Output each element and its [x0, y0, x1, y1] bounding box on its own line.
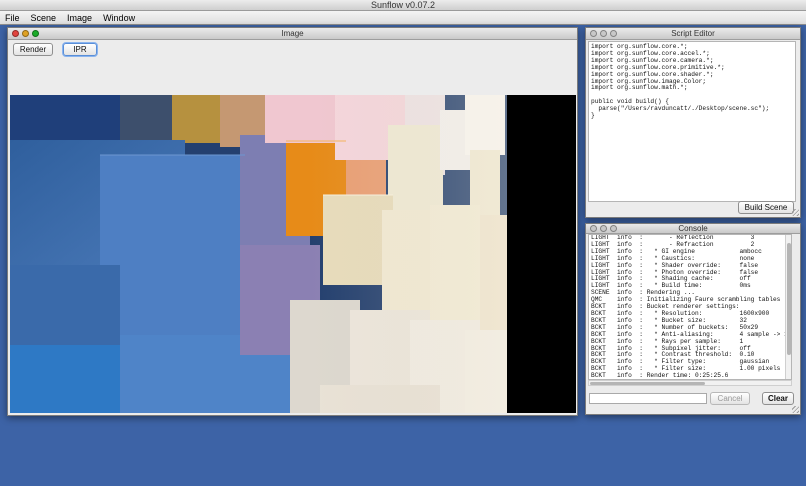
scrollbar-thumb[interactable]: [787, 243, 791, 355]
scrollbar-thumb[interactable]: [590, 382, 705, 385]
progress-field: [589, 393, 707, 404]
script-editor-titlebar[interactable]: Script Editor: [586, 28, 800, 40]
render-button[interactable]: Render: [13, 43, 53, 56]
script-code-area[interactable]: import org.sunflow.core.*; import org.sun…: [588, 41, 796, 202]
image-window: Image Render IPR: [7, 27, 578, 416]
console-log[interactable]: LIGHT info : - Reflection 3 LIGHT info : …: [588, 234, 792, 380]
image-window-title: Image: [281, 29, 304, 38]
build-scene-button[interactable]: Build Scene: [738, 201, 794, 214]
rendered-image: [10, 95, 576, 413]
script-code: import org.sunflow.core.*; import org.sun…: [591, 43, 793, 120]
code-line: import org.sunflow.math.*;: [591, 84, 688, 92]
menu-file[interactable]: File: [5, 11, 20, 25]
console-text: LIGHT info : - Reflection 3 LIGHT info : …: [591, 235, 791, 379]
script-editor-title: Script Editor: [671, 29, 715, 38]
console-vertical-scrollbar[interactable]: [785, 235, 791, 379]
ipr-button[interactable]: IPR: [63, 43, 97, 56]
image-window-titlebar[interactable]: Image: [8, 28, 577, 40]
console-titlebar[interactable]: Console: [586, 224, 800, 234]
menu-image[interactable]: Image: [67, 11, 92, 25]
resize-grip-icon[interactable]: [792, 406, 799, 413]
menu-window[interactable]: Window: [103, 11, 135, 25]
resize-grip-icon[interactable]: [792, 209, 799, 216]
console-horizontal-scrollbar[interactable]: [588, 380, 792, 386]
script-editor-window: Script Editor import org.sunflow.core.*;…: [585, 27, 801, 218]
console-title: Console: [678, 224, 708, 233]
app-titlebar: Sunflow v0.07.2: [0, 0, 806, 11]
render-view[interactable]: [10, 95, 576, 413]
code-line: }: [591, 112, 595, 120]
cancel-button[interactable]: Cancel: [710, 392, 750, 405]
code-line: parse("/Users/ravduncatt/./Desktop/scene…: [591, 105, 770, 113]
console-window: Console LIGHT info : - Reflection 3 LIGHT…: [585, 223, 801, 415]
menu-scene[interactable]: Scene: [31, 11, 57, 25]
clear-button[interactable]: Clear: [762, 392, 794, 405]
menu-bar: File Scene Image Window: [0, 11, 806, 25]
app-title: Sunflow v0.07.2: [370, 0, 436, 10]
